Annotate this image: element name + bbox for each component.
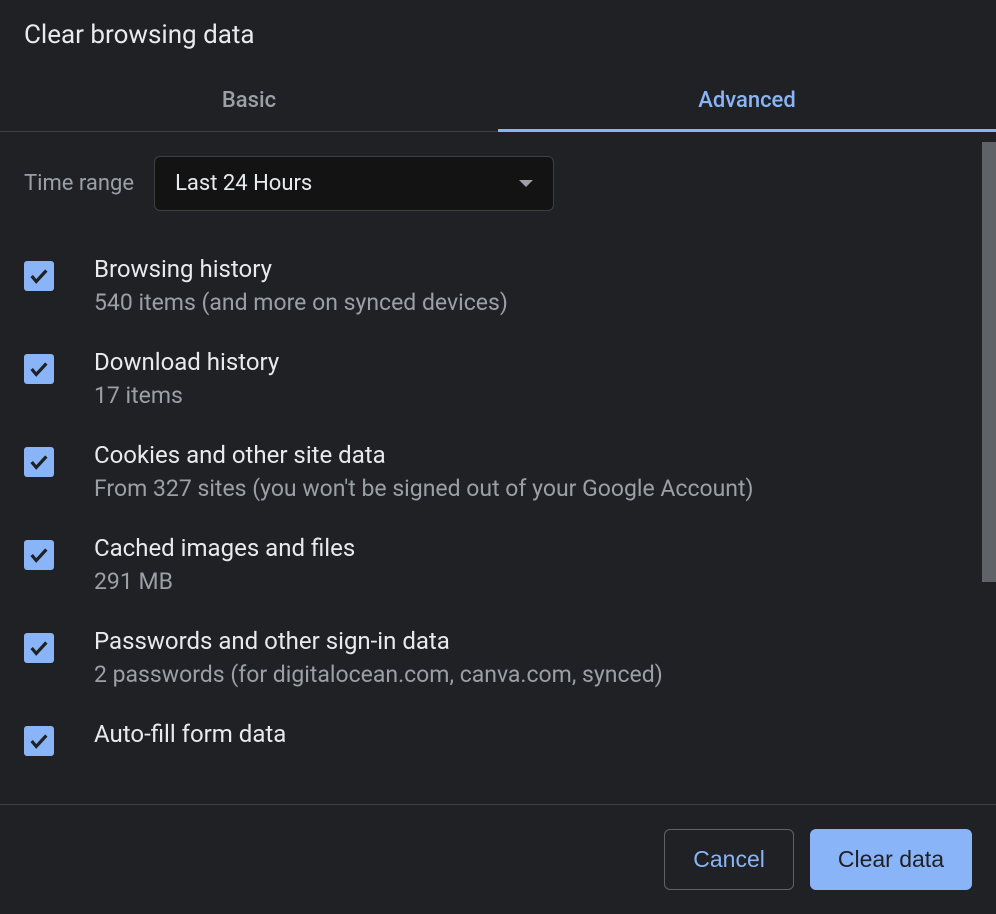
option-cached: Cached images and files 291 MB <box>24 534 972 595</box>
option-title: Passwords and other sign-in data <box>94 627 663 655</box>
caret-down-icon <box>519 180 533 187</box>
checkbox-autofill[interactable] <box>24 726 54 756</box>
tab-bar: Basic Advanced <box>0 70 996 132</box>
options-list: Browsing history 540 items (and more on … <box>24 255 972 756</box>
option-browsing-history: Browsing history 540 items (and more on … <box>24 255 972 316</box>
option-title: Auto-fill form data <box>94 720 286 748</box>
option-desc: 17 items <box>94 382 279 409</box>
checkbox-browsing-history[interactable] <box>24 261 54 291</box>
tab-advanced[interactable]: Advanced <box>498 70 996 131</box>
option-text: Passwords and other sign-in data 2 passw… <box>94 627 663 688</box>
tab-label: Advanced <box>698 88 796 113</box>
cancel-button[interactable]: Cancel <box>664 829 794 890</box>
checkbox-passwords[interactable] <box>24 633 54 663</box>
check-icon <box>28 451 50 473</box>
option-autofill: Auto-fill form data <box>24 720 972 756</box>
option-title: Download history <box>94 348 279 376</box>
check-icon <box>28 544 50 566</box>
dialog-footer: Cancel Clear data <box>0 804 996 914</box>
check-icon <box>28 358 50 380</box>
scrollbar-thumb[interactable] <box>982 142 996 582</box>
option-download-history: Download history 17 items <box>24 348 972 409</box>
check-icon <box>28 730 50 752</box>
time-range-value: Last 24 Hours <box>175 171 312 196</box>
time-range-select[interactable]: Last 24 Hours <box>154 156 554 211</box>
option-text: Cookies and other site data From 327 sit… <box>94 441 754 502</box>
dialog-content: Time range Last 24 Hours Browsing histor… <box>0 132 996 804</box>
option-text: Browsing history 540 items (and more on … <box>94 255 508 316</box>
tab-basic[interactable]: Basic <box>0 70 498 131</box>
scrollbar-track[interactable] <box>982 132 996 804</box>
content-wrapper: Time range Last 24 Hours Browsing histor… <box>0 132 996 804</box>
checkbox-cached[interactable] <box>24 540 54 570</box>
tab-label: Basic <box>222 88 276 113</box>
check-icon <box>28 637 50 659</box>
option-passwords: Passwords and other sign-in data 2 passw… <box>24 627 972 688</box>
option-desc: 540 items (and more on synced devices) <box>94 289 508 316</box>
option-title: Cached images and files <box>94 534 355 562</box>
checkbox-download-history[interactable] <box>24 354 54 384</box>
check-icon <box>28 265 50 287</box>
option-text: Auto-fill form data <box>94 720 286 748</box>
clear-browsing-data-dialog: Clear browsing data Basic Advanced Time … <box>0 0 996 914</box>
option-text: Download history 17 items <box>94 348 279 409</box>
dialog-header: Clear browsing data <box>0 0 996 70</box>
option-title: Cookies and other site data <box>94 441 754 469</box>
option-cookies: Cookies and other site data From 327 sit… <box>24 441 972 502</box>
time-range-row: Time range Last 24 Hours <box>24 156 972 211</box>
option-desc: 2 passwords (for digitalocean.com, canva… <box>94 661 663 688</box>
option-title: Browsing history <box>94 255 508 283</box>
option-text: Cached images and files 291 MB <box>94 534 355 595</box>
option-desc: 291 MB <box>94 568 355 595</box>
dialog-title: Clear browsing data <box>24 20 972 70</box>
time-range-label: Time range <box>24 171 134 196</box>
clear-data-button[interactable]: Clear data <box>810 829 972 890</box>
option-desc: From 327 sites (you won't be signed out … <box>94 475 754 502</box>
checkbox-cookies[interactable] <box>24 447 54 477</box>
